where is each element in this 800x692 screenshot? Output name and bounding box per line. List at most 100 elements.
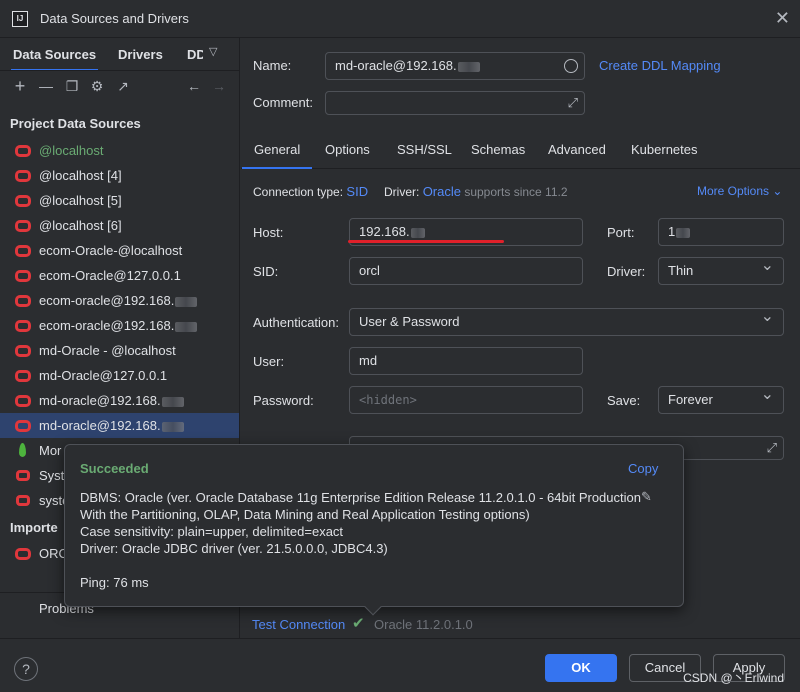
oracle-icon [15, 170, 31, 182]
forward-arrow-icon[interactable]: → [209, 76, 229, 96]
close-icon[interactable]: ✕ [775, 8, 790, 28]
chevron-down-icon: ⌄ [772, 184, 783, 198]
data-source-item[interactable]: md-Oracle@127.0.0.1 [0, 363, 239, 388]
test-connection-result: Oracle 11.2.0.1.0 [374, 617, 473, 632]
system-icon [16, 470, 30, 481]
copy-link[interactable]: Copy [628, 461, 658, 476]
tab-general[interactable]: General [241, 142, 313, 169]
oracle-icon [15, 395, 31, 407]
oracle-icon [15, 220, 31, 232]
data-source-item[interactable]: ecom-oracle@192.168. [0, 313, 239, 338]
oracle-icon [15, 370, 31, 382]
settings-tabs: General Options SSH/SSL Schemas Advanced… [241, 133, 800, 169]
oracle-icon [15, 145, 31, 157]
password-input[interactable]: <hidden> [349, 386, 583, 414]
data-source-item[interactable]: ecom-Oracle@127.0.0.1 [0, 263, 239, 288]
tab-advanced[interactable]: Advanced [548, 142, 606, 157]
connection-type-link[interactable]: SID [346, 184, 368, 199]
port-label: Port: [607, 225, 635, 240]
data-source-item[interactable]: md-oracle@192.168. [0, 388, 239, 413]
ping-line: Ping: 76 ms [80, 575, 149, 590]
redacted-text [175, 321, 198, 332]
oracle-icon [15, 195, 31, 207]
connection-type-info: Connection type: SID [253, 184, 369, 199]
tab-ddl[interactable]: DD [187, 47, 203, 62]
system-icon [16, 495, 30, 506]
dialog-footer: ? OK Cancel Apply CSDN @丶Erlwind [0, 638, 800, 692]
red-underline-annotation [348, 240, 504, 243]
mongodb-icon [19, 443, 26, 457]
tab-options[interactable]: Options [325, 142, 370, 157]
more-options-link[interactable]: More Options ⌄ [697, 184, 782, 198]
driver-link[interactable]: Oracle [423, 184, 461, 199]
data-source-item[interactable]: md-Oracle - @localhost [0, 338, 239, 363]
back-arrow-icon[interactable]: ← [184, 76, 204, 96]
driver-info: Driver: Oracle supports since 11.2 [384, 184, 568, 199]
driver-select[interactable]: Thin [658, 253, 784, 285]
redacted-text [175, 296, 198, 307]
port-input[interactable]: 1 [658, 218, 784, 246]
oracle-icon [15, 345, 31, 357]
tab-ssh-ssl[interactable]: SSH/SSL [397, 142, 452, 157]
oracle-icon [15, 320, 31, 332]
oracle-icon [15, 295, 31, 307]
sid-label: SID: [253, 264, 279, 279]
add-icon[interactable]: + [10, 76, 30, 96]
chevron-down-icon[interactable]: ▽ [209, 45, 217, 58]
data-source-item[interactable]: @localhost [4] [0, 163, 239, 188]
data-source-item[interactable]: @localhost [0, 138, 239, 163]
tab-schemas[interactable]: Schemas [471, 142, 525, 157]
copy-icon[interactable]: ❐ [62, 76, 82, 96]
redacted-text [676, 227, 691, 238]
status-succeeded: Succeeded [80, 461, 149, 476]
create-ddl-mapping-link[interactable]: Create DDL Mapping [599, 58, 721, 73]
password-label: Password: [253, 393, 314, 408]
title-bar: IJ Data Sources and Drivers ✕ [0, 0, 800, 38]
help-button[interactable]: ? [14, 657, 38, 681]
host-label: Host: [253, 225, 284, 240]
name-label: Name: [253, 58, 292, 73]
left-tabs: Data Sources Drivers DD ▽ [0, 38, 240, 71]
expand-icon[interactable]: ⤢ [568, 90, 578, 116]
user-label: User: [253, 354, 285, 369]
data-source-item[interactable]: ecom-oracle@192.168. [0, 288, 239, 313]
driver-label: Driver: [607, 264, 646, 279]
oracle-icon [15, 270, 31, 282]
user-input[interactable]: md [349, 347, 583, 375]
check-icon: ✔ [352, 615, 365, 632]
ok-button[interactable]: OK [545, 654, 617, 682]
app-icon: IJ [12, 11, 28, 27]
case-sensitivity-line: Case sensitivity: plain=upper, delimited… [80, 524, 344, 539]
expand-icon[interactable]: ⤢ [767, 435, 777, 461]
redacted-text [161, 421, 184, 432]
settings-icon[interactable]: ⚙ [87, 76, 107, 96]
sid-input[interactable]: orcl [349, 257, 583, 285]
divider [0, 70, 240, 71]
tab-kubernetes[interactable]: Kubernetes [631, 142, 698, 157]
oracle-icon [15, 548, 31, 560]
comment-label: Comment: [253, 95, 313, 110]
tab-drivers[interactable]: Drivers [118, 47, 163, 62]
save-label: Save: [607, 393, 641, 408]
tab-data-sources[interactable]: Data Sources [10, 47, 99, 71]
save-select[interactable]: Forever [658, 382, 784, 414]
remove-icon[interactable]: — [36, 76, 56, 96]
data-source-item[interactable]: md-oracle@192.168. [0, 413, 239, 438]
redacted-text [457, 61, 480, 72]
data-source-item[interactable]: @localhost [6] [0, 213, 239, 238]
name-input[interactable]: md-oracle@192.168. [325, 52, 585, 80]
data-source-item[interactable]: @localhost [5] [0, 188, 239, 213]
authentication-label: Authentication: [253, 315, 340, 330]
dbms-line: DBMS: Oracle (ver. Oracle Database 11g E… [80, 490, 641, 505]
test-connection-link[interactable]: Test Connection [252, 617, 345, 632]
export-icon[interactable]: ↗ [113, 76, 133, 96]
edit-pencil-icon[interactable]: ✎ [641, 489, 652, 505]
redacted-text [161, 396, 184, 407]
authentication-select[interactable]: User & Password [349, 304, 784, 336]
comment-input[interactable]: ⤢ [325, 91, 585, 115]
driver-line: Driver: Oracle JDBC driver (ver. 21.5.0.… [80, 541, 388, 556]
color-circle-icon[interactable] [564, 59, 578, 73]
watermark: CSDN @丶Erlwind [683, 671, 784, 685]
data-source-item[interactable]: ecom-Oracle-@localhost [0, 238, 239, 263]
oracle-icon [15, 420, 31, 432]
